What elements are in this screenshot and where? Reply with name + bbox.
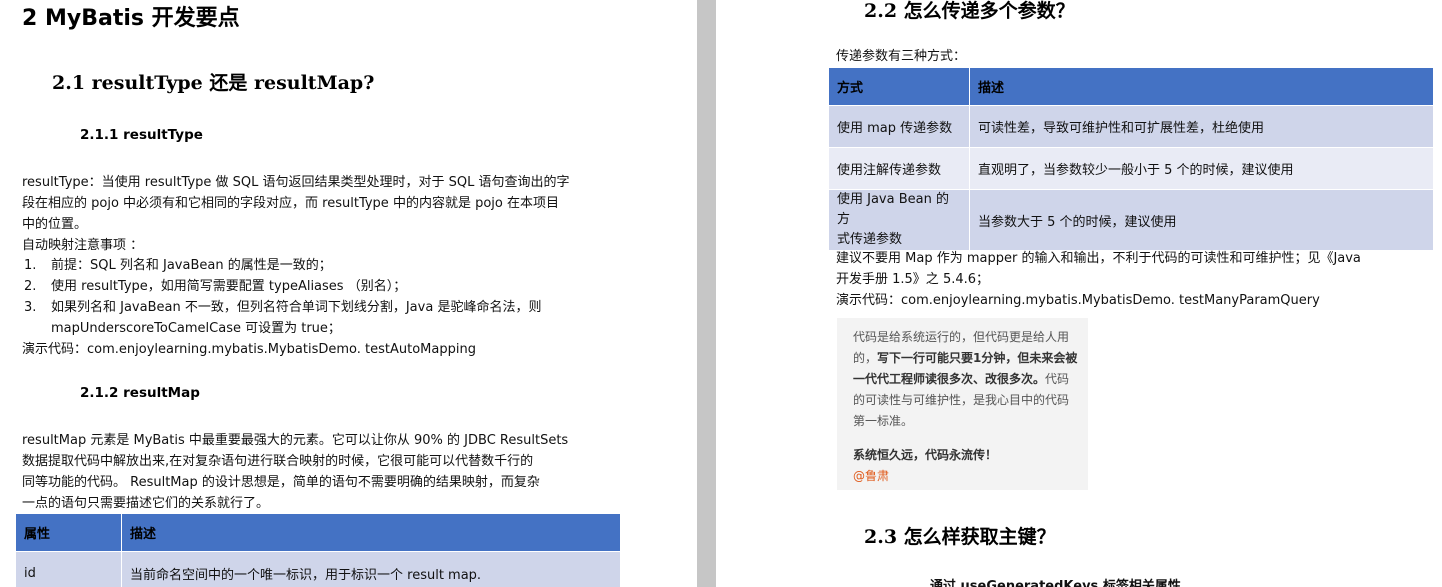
heading-mybatis-key-points: 2 MyBatis 开发要点 [22, 6, 240, 31]
paragraph-line: resultType：当使用 resultType 做 SQL 语句返回结果类型… [22, 175, 570, 190]
table-cell: 使用 Java Bean 的方 式传递参数 [828, 189, 970, 251]
demo-code-many-param: 演示代码：com.enjoylearning.mybatis.MybatisDe… [836, 293, 1320, 308]
quote-slogan: 系统恒久远，代码永流传！ [853, 446, 997, 463]
table-cell: 可读性差，导致可维护性和可扩展性差，杜绝使用 [969, 105, 1434, 148]
quote-line: 的可读性与可维护性，是我心目中的代码 [853, 393, 1070, 407]
list-text: 前提：SQL 列名和 JavaBean 的属性是一致的； [51, 258, 332, 273]
partial-next-line: 通过 useGeneratedKeys 标签相关属性 [930, 579, 1181, 587]
resultmap-attributes-table: 属性 描述 id 当前命名空间中的一个唯一标识，用于标识一个 result ma… [15, 513, 621, 587]
list-text: 使用 resultType，如用简写需要配置 typeAliases （别名）； [51, 279, 407, 294]
resulttype-paragraph: resultType：当使用 resultType 做 SQL 语句返回结果类型… [22, 172, 570, 235]
quote-text: 代码 [1045, 372, 1070, 386]
table-cell: 当前命名空间中的一个唯一标识，用于标识一个 result map. [121, 551, 621, 587]
quote-text: 的， [853, 351, 878, 365]
cell-line: 式传递参数 [837, 232, 903, 247]
table-row: 使用 map 传递参数 可读性差，导致可维护性和可扩展性差，杜绝使用 [828, 105, 1434, 148]
table-row: id 当前命名空间中的一个唯一标识，用于标识一个 result map. [15, 551, 621, 587]
heading-pass-multiple-params: 2.2 怎么传递多个参数？ [864, 0, 1075, 22]
list-number: 2. [24, 279, 37, 294]
quote-bold-text: 一代代工程师读很多次、改很多次。 [853, 372, 1046, 386]
table-cell: 直观明了，当参数较少一般小于 5 个的时候，建议使用 [969, 147, 1434, 190]
heading-get-primary-key: 2.3 怎么样获取主键？ [864, 526, 1056, 548]
left-page: 2 MyBatis 开发要点 2.1 resultType 还是 resultM… [0, 0, 697, 587]
page-gutter [697, 0, 716, 587]
table-header-cell: 方式 [828, 67, 970, 106]
automap-notes-list: 1. 前提：SQL 列名和 JavaBean 的属性是一致的； 2. 使用 re… [22, 255, 602, 339]
quote-line: 第一标准。 [853, 414, 914, 428]
quote-author: @鲁肃 [853, 469, 890, 483]
param-methods-table: 方式 描述 使用 map 传递参数 可读性差，导致可维护性和可扩展性差，杜绝使用… [828, 67, 1434, 251]
table-cell: id [15, 551, 122, 587]
heading-resulttype-or-resultmap: 2.1 resultType 还是 resultMap? [52, 72, 375, 94]
right-page: 2.2 怎么传递多个参数？ 传递参数有三种方式： 方式 描述 使用 map 传递… [716, 0, 1442, 587]
quote-bold-text: 写下一行可能只要1分钟，但未来会被 [877, 351, 1078, 365]
cell-line: 使用 Java Bean 的方 [837, 192, 949, 227]
paragraph-line: 段在相应的 pojo 中必须有和它相同的字段对应，而 resultType 中的… [22, 196, 559, 211]
quote-bold-text: 系统恒久远，代码永流传！ [853, 448, 998, 462]
heading-resultmap: 2.1.2 resultMap [80, 385, 200, 401]
table-cell: 使用 map 传递参数 [828, 105, 970, 148]
quote-line: 代码是给系统运行的，但代码更是给人用 [853, 330, 1070, 344]
table-header-row: 方式 描述 [828, 67, 1434, 106]
list-text: mapUnderscoreToCamelCase 可设置为 true； [51, 321, 341, 336]
table-row: 使用注解传递参数 直观明了，当参数较少一般小于 5 个的时候，建议使用 [828, 147, 1434, 190]
paragraph-line: 建议不要用 Map 作为 mapper 的输入和输出，不利于代码的可读性和可维护… [836, 251, 1361, 266]
table-header-cell: 描述 [121, 513, 621, 552]
quote-image: 代码是给系统运行的，但代码更是给人用 的，写下一行可能只要1分钟，但未来会被 一… [837, 318, 1088, 490]
paragraph-line: 中的位置。 [22, 217, 88, 232]
map-advice-paragraph: 建议不要用 Map 作为 mapper 的输入和输出，不利于代码的可读性和可维护… [836, 248, 1361, 290]
heading-resulttype: 2.1.1 resultType [80, 127, 203, 143]
list-number: 1. [24, 258, 37, 273]
list-number: 3. [24, 300, 37, 315]
list-text: 如果列名和 JavaBean 不一致，但列名符合单词下划线分割，Java 是驼峰… [51, 300, 542, 315]
quote-line: 一代代工程师读很多次、改很多次。代码 [853, 370, 1069, 387]
table-row: 使用 Java Bean 的方 式传递参数 当参数大于 5 个的时候，建议使用 [828, 189, 1434, 251]
param-methods-intro: 传递参数有三种方式： [836, 49, 967, 64]
paragraph-line: 开发手册 1.5》之 5.4.6； [836, 272, 990, 287]
resultmap-paragraph: resultMap 元素是 MyBatis 中最重要最强大的元素。它可以让你从 … [22, 430, 568, 514]
table-header-cell: 属性 [15, 513, 122, 552]
demo-code-automapping: 演示代码：com.enjoylearning.mybatis.MybatisDe… [22, 342, 476, 357]
paragraph-line: 数据提取代码中解放出来,在对复杂语句进行联合映射的时候，它很可能可以代替数千行的 [22, 454, 534, 469]
table-cell: 使用注解传递参数 [828, 147, 970, 190]
table-header-row: 属性 描述 [15, 513, 621, 552]
table-cell: 当参数大于 5 个的时候，建议使用 [969, 189, 1434, 251]
paragraph-line: resultMap 元素是 MyBatis 中最重要最强大的元素。它可以让你从 … [22, 433, 569, 448]
table-header-cell: 描述 [969, 67, 1434, 106]
automap-notes-title: 自动映射注意事项 ： [22, 238, 144, 253]
paragraph-line: 同等功能的代码。 ResultMap 的设计思想是，简单的语句不需要明确的结果映… [22, 475, 540, 490]
paragraph-line: 一点的语句只需要描述它们的关系就行了。 [22, 496, 270, 511]
quote-line: 的，写下一行可能只要1分钟，但未来会被 [853, 349, 1077, 366]
